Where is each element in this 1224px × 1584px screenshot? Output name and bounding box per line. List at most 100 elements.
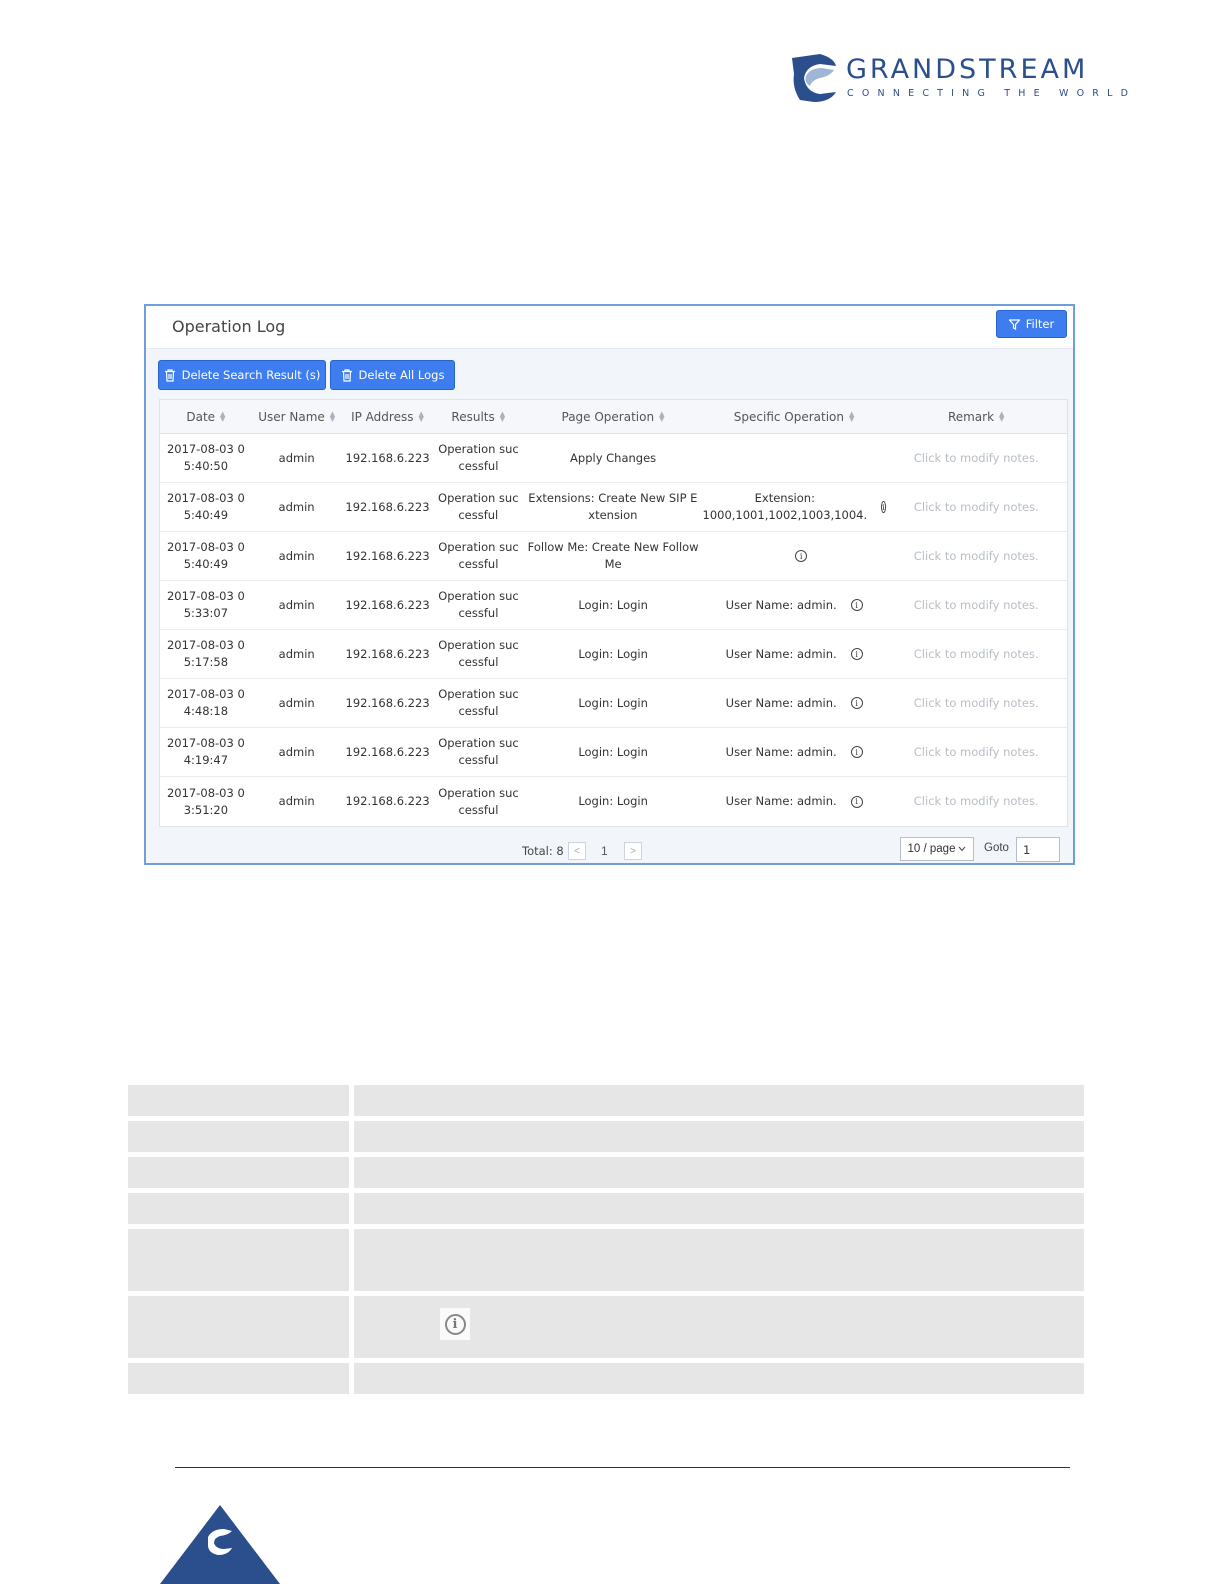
delete-search-result-button[interactable]: Delete Search Result (s) xyxy=(158,360,326,390)
table-row: 2017-08-03 04:48:18 admin 192.168.6.223 Ope… xyxy=(160,679,1067,728)
column-results[interactable]: Results ▲ ▼ xyxy=(433,400,523,433)
next-page-button[interactable]: > xyxy=(624,842,642,860)
table-row: 2017-08-03 05:17:58 admin 192.168.6.223 Ope… xyxy=(160,630,1067,679)
prev-page-button[interactable]: < xyxy=(568,842,586,860)
remark-cell[interactable]: Click to modify notes. xyxy=(885,581,1067,629)
sort-icon: ▲ ▼ xyxy=(659,409,665,423)
definition-desc-cell: i xyxy=(354,1296,1084,1358)
remark-cell[interactable]: Click to modify notes. xyxy=(886,483,1067,531)
definition-term-cell xyxy=(128,1121,349,1152)
user-name-cell: admin xyxy=(278,646,315,661)
specific-operation-cell: User Name: admin. i xyxy=(703,581,886,629)
operation-log-panel: Operation Log Filter Delete Search Resul… xyxy=(144,304,1075,865)
info-icon[interactable]: i xyxy=(795,550,808,562)
result-cell: Operation successful xyxy=(438,638,519,669)
info-icon[interactable]: i xyxy=(850,746,863,758)
definition-desc-cell xyxy=(354,1193,1084,1224)
page-operation-cell: Login: Login xyxy=(578,794,648,808)
user-name-cell: admin xyxy=(278,597,315,612)
operation-log-table: Date ▲ ▼ User Name ▲ ▼ IP Address ▲ ▼ Results ▲… xyxy=(159,399,1068,827)
definition-row: i xyxy=(128,1296,1084,1358)
column-page-operation[interactable]: Page Operation ▲ ▼ xyxy=(523,400,703,433)
panel-header: Operation Log Filter xyxy=(146,306,1073,349)
sort-icon: ▲ ▼ xyxy=(849,409,855,423)
info-icon[interactable]: i xyxy=(850,648,863,660)
remark-cell[interactable]: Click to modify notes. xyxy=(885,728,1067,776)
table-row: 2017-08-03 05:33:07 admin 192.168.6.223 Ope… xyxy=(160,581,1067,630)
page-operation-cell: Login: Login xyxy=(578,744,648,759)
specific-operation-cell: User Name: admin. i xyxy=(703,679,886,727)
sort-icon: ▲ ▼ xyxy=(220,409,226,423)
page-operation-cell: Apply Changes xyxy=(570,450,657,465)
sort-icon: ▲ ▼ xyxy=(499,409,506,423)
ip-address-cell: 192.168.6.223 xyxy=(345,499,430,514)
ip-address-cell: 192.168.6.223 xyxy=(345,450,430,465)
remark-cell[interactable]: Click to modify notes. xyxy=(885,630,1067,678)
definition-term-cell xyxy=(128,1229,349,1291)
definition-row xyxy=(128,1157,1084,1188)
ip-address-cell: 192.168.6.223 xyxy=(345,744,430,759)
delete-search-result-label: Delete Search Result (s) xyxy=(181,368,321,382)
result-cell: Operation successful xyxy=(438,491,519,522)
remark-cell[interactable]: Click to modify notes. xyxy=(885,679,1067,727)
delete-all-logs-button[interactable]: Delete All Logs xyxy=(330,360,455,390)
definition-term-cell xyxy=(128,1157,349,1188)
trash-icon xyxy=(341,368,352,382)
goto-page-input[interactable] xyxy=(1016,837,1060,862)
date-cell: 2017-08-03 05:33:07 xyxy=(166,589,245,620)
definition-row xyxy=(128,1085,1084,1116)
ip-address-cell: 192.168.6.223 xyxy=(345,695,430,710)
page-size-select[interactable]: 10 / page xyxy=(900,837,974,861)
info-icon[interactable]: i xyxy=(850,697,863,709)
definition-desc-cell xyxy=(354,1085,1084,1116)
specific-operation-cell: User Name: admin. i xyxy=(703,777,886,826)
delete-all-logs-label: Delete All Logs xyxy=(358,368,445,382)
user-name-cell: admin xyxy=(278,744,315,759)
definition-term-cell xyxy=(128,1296,349,1358)
filter-label: Filter xyxy=(1025,317,1055,331)
date-cell: 2017-08-03 05:40:50 xyxy=(166,442,245,473)
result-cell: Operation successful xyxy=(438,785,519,817)
page-size-label: 10 / page xyxy=(907,843,956,855)
ip-address-cell: 192.168.6.223 xyxy=(345,548,430,563)
result-cell: Operation successful xyxy=(438,589,519,620)
info-icon: i xyxy=(440,1308,470,1340)
specific-operation-cell: i xyxy=(703,532,886,580)
table-row: 2017-08-03 05:40:50 admin 192.168.6.223 Ope… xyxy=(160,434,1067,483)
date-cell: 2017-08-03 04:48:18 xyxy=(166,687,245,718)
current-page[interactable]: 1 xyxy=(601,844,608,858)
user-name-cell: admin xyxy=(278,499,315,514)
info-icon[interactable]: i xyxy=(850,599,863,611)
chevron-down-icon xyxy=(959,846,966,852)
date-cell: 2017-08-03 05:40:49 xyxy=(166,540,245,571)
filter-button[interactable]: Filter xyxy=(996,310,1067,338)
definition-row xyxy=(128,1229,1084,1291)
result-cell: Operation successful xyxy=(438,736,519,767)
column-ip-address[interactable]: IP Address ▲ ▼ xyxy=(342,400,434,433)
user-name-cell: admin xyxy=(278,695,315,710)
sort-icon: ▲ ▼ xyxy=(999,409,1005,423)
ip-address-cell: 192.168.6.223 xyxy=(345,646,430,661)
table-row: 2017-08-03 04:19:47 admin 192.168.6.223 Ope… xyxy=(160,728,1067,777)
ip-address-cell: 192.168.6.223 xyxy=(345,794,430,808)
column-remark[interactable]: Remark ▲ ▼ xyxy=(885,400,1067,433)
definition-desc-cell xyxy=(354,1229,1084,1291)
column-date[interactable]: Date ▲ ▼ xyxy=(160,400,252,433)
specific-operation-cell: User Name: admin. i xyxy=(703,630,886,678)
page-operation-cell: Extensions: Create New SIP Extension xyxy=(528,491,698,522)
remark-cell[interactable]: Click to modify notes. xyxy=(885,532,1067,580)
remark-cell[interactable]: Click to modify notes. xyxy=(885,777,1067,826)
user-name-cell: admin xyxy=(278,450,315,465)
sort-icon: ▲ ▼ xyxy=(418,409,424,423)
column-user-name[interactable]: User Name ▲ ▼ xyxy=(252,400,342,433)
definition-desc-cell xyxy=(354,1157,1084,1188)
table-row: 2017-08-03 05:40:49 admin 192.168.6.223 Ope… xyxy=(160,483,1067,532)
page-operation-cell: Follow Me: Create New Follow Me xyxy=(527,540,699,571)
specific-operation-cell: Extension: 1000,1001,1002,1003,1004. i xyxy=(702,491,886,522)
column-specific-operation[interactable]: Specific Operation ▲ ▼ xyxy=(703,400,886,433)
brand-name: GRANDSTREAM xyxy=(846,54,1089,85)
remark-cell[interactable]: Click to modify notes. xyxy=(885,434,1067,482)
specific-operation-cell: User Name: admin. i xyxy=(703,728,886,776)
info-icon[interactable]: i xyxy=(850,795,863,808)
sort-icon: ▲ ▼ xyxy=(329,409,336,423)
